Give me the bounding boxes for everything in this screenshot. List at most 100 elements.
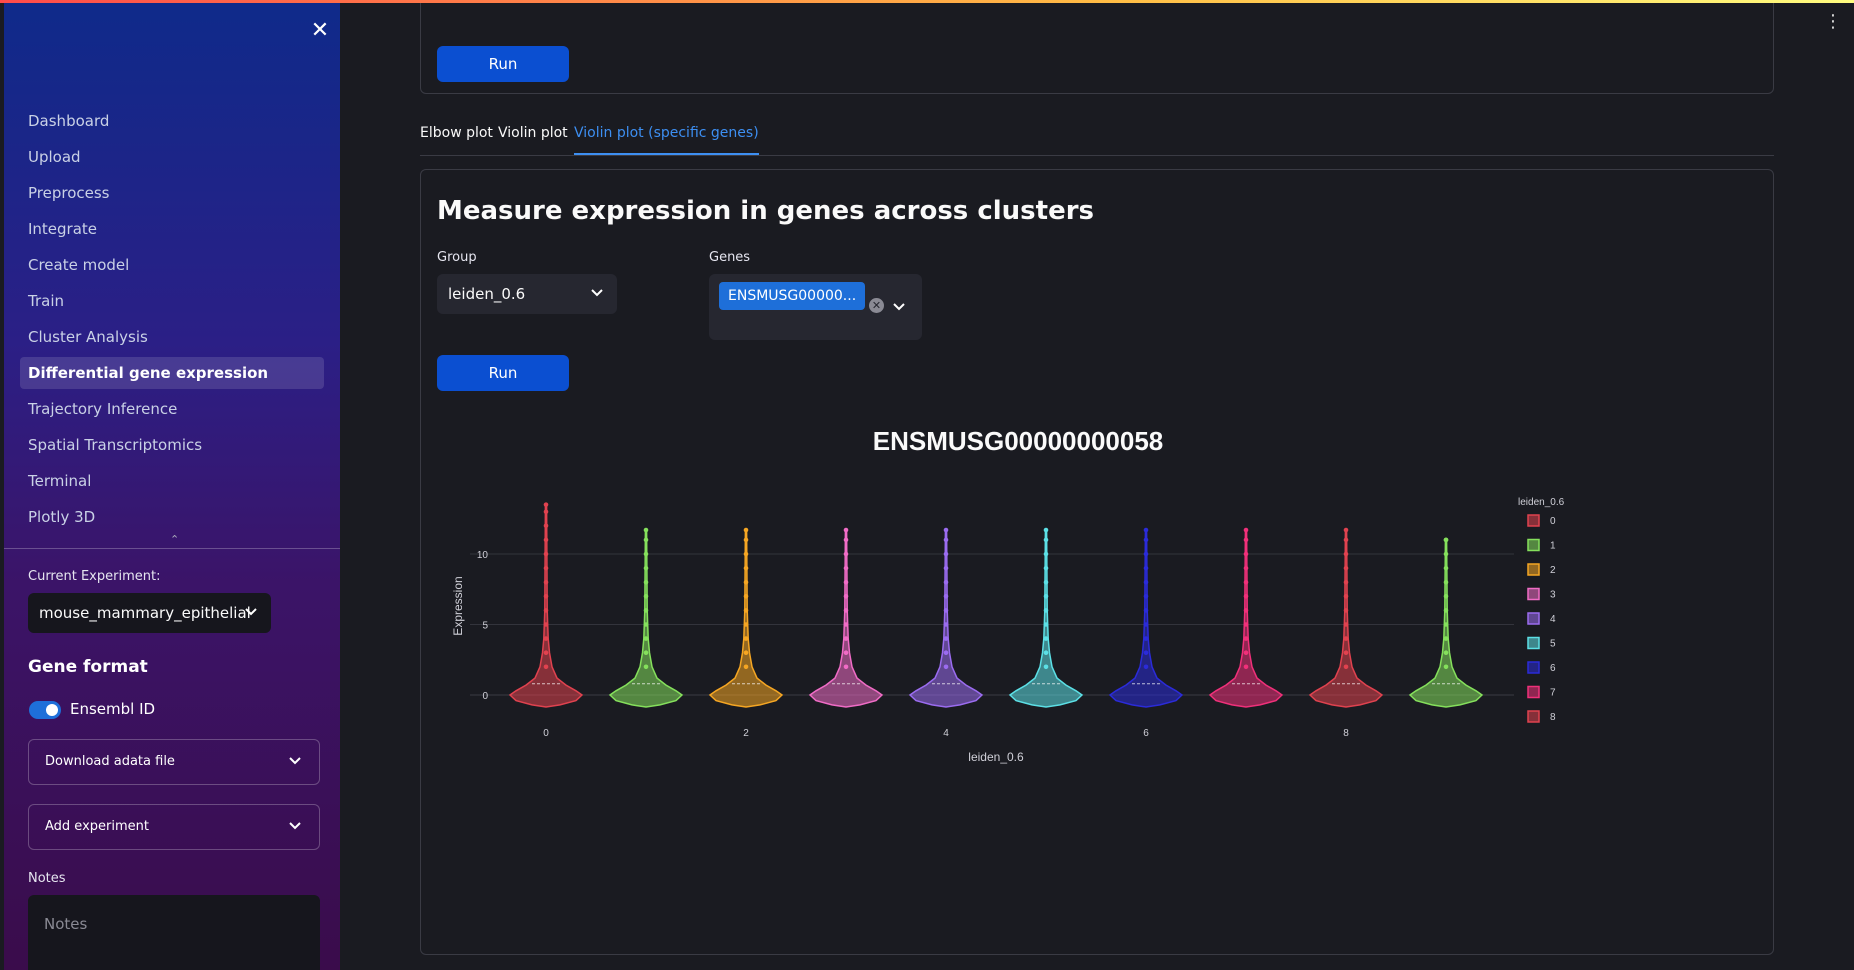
sidebar-item-plotly-3d[interactable]: Plotly 3D [20, 501, 324, 533]
violin-cluster-4[interactable] [908, 529, 984, 708]
sidebar-item-cluster-analysis[interactable]: Cluster Analysis [20, 321, 324, 353]
legend-label-8[interactable]: 8 [1550, 712, 1556, 723]
outlier-point [943, 636, 949, 641]
sidebar-item-spatial-transcriptomics[interactable]: Spatial Transcriptomics [20, 429, 324, 461]
outlier-point [1443, 650, 1449, 655]
toggle-knob [46, 704, 58, 716]
sidebar-item-upload[interactable]: Upload [20, 141, 324, 173]
outlier-point [843, 636, 849, 641]
top-run-button[interactable]: Run [437, 46, 569, 82]
outlier-point [943, 622, 949, 627]
legend-label-2[interactable]: 2 [1550, 565, 1556, 576]
collapse-nav-icon[interactable]: ⌃ [170, 533, 179, 546]
ensembl-id-toggle[interactable] [29, 701, 61, 719]
outlier-point [843, 551, 849, 557]
legend-label-4[interactable]: 4 [1550, 614, 1556, 625]
tab-elbow-plot[interactable]: Elbow plot [420, 125, 493, 153]
violin-cluster-5[interactable] [1008, 529, 1084, 708]
sidebar-item-integrate[interactable]: Integrate [20, 213, 324, 245]
outlier-point [1343, 622, 1349, 627]
legend-swatch-7[interactable] [1527, 685, 1540, 699]
x-tick-label: 6 [1143, 728, 1149, 739]
outlier-point [1343, 664, 1349, 670]
legend-title: leiden_0.6 [1518, 497, 1565, 508]
legend-swatch-4[interactable] [1527, 612, 1540, 625]
outlier-point [1343, 594, 1349, 599]
y-tick-label: 5 [482, 621, 488, 632]
ensembl-id-label: Ensembl ID [70, 700, 156, 718]
outlier-point [743, 664, 749, 670]
legend-swatch-2[interactable] [1527, 563, 1540, 576]
outlier-point [1243, 579, 1249, 585]
chevron-down-icon[interactable] [893, 296, 905, 315]
sidebar-item-differential-gene-expression[interactable]: Differential gene expression [20, 357, 324, 389]
violin-cluster-7[interactable] [1208, 529, 1284, 708]
violin-cluster-3[interactable] [808, 529, 884, 708]
sidebar-item-terminal[interactable]: Terminal [20, 465, 324, 497]
chart-grid [470, 553, 1514, 696]
sidebar-item-preprocess[interactable]: Preprocess [20, 177, 324, 209]
outlier-point [1443, 664, 1449, 670]
tab-violin-plot[interactable]: Violin plot [498, 125, 568, 153]
outlier-point [543, 594, 549, 599]
outlier-point [843, 579, 849, 585]
outlier-point [543, 622, 549, 627]
legend-swatch-0[interactable] [1527, 514, 1540, 527]
legend-swatch-8[interactable] [1527, 710, 1540, 723]
close-sidebar-icon[interactable]: ✕ [308, 19, 332, 43]
sidebar-item-train[interactable]: Train [20, 285, 324, 317]
outlier-point [1043, 636, 1049, 641]
outlier-point [943, 594, 949, 599]
outlier-point [1343, 636, 1349, 641]
gene-chip[interactable]: ENSMUSG00000... [719, 282, 865, 310]
legend-swatch-3[interactable] [1527, 587, 1540, 601]
legend-label-5[interactable]: 5 [1550, 639, 1556, 650]
outlier-point [643, 650, 649, 655]
sidebar-item-create-model[interactable]: Create model [20, 249, 324, 281]
sidebar-item-dashboard[interactable]: Dashboard [20, 105, 324, 137]
add-experiment-label: Add experiment [45, 819, 149, 834]
sidebar-item-trajectory-inference[interactable]: Trajectory Inference [20, 393, 324, 425]
legend-swatch-6[interactable] [1527, 661, 1540, 674]
outlier-point [743, 608, 749, 613]
outlier-point [643, 527, 649, 533]
outlier-point [1243, 650, 1249, 655]
legend-swatch-1[interactable] [1527, 538, 1540, 552]
outlier-point [1143, 664, 1149, 670]
group-select[interactable]: leiden_0.6 [437, 274, 617, 314]
legend-swatch-5[interactable] [1527, 636, 1540, 650]
outlier-point [1443, 622, 1449, 627]
outlier-point [743, 650, 749, 655]
current-experiment-select[interactable]: mouse_mammary_epithelial [28, 593, 271, 633]
violin-cluster-8[interactable] [1308, 529, 1384, 708]
genes-multiselect[interactable]: ENSMUSG00000... ✕ [709, 274, 922, 340]
legend-label-1[interactable]: 1 [1550, 541, 1556, 552]
outlier-point [1043, 565, 1049, 571]
run-button[interactable]: Run [437, 355, 569, 391]
chevron-down-icon [289, 805, 301, 849]
legend-label-0[interactable]: 0 [1550, 516, 1556, 527]
more-options-icon[interactable]: ⋮ [1824, 13, 1842, 31]
legend-label-3[interactable]: 3 [1550, 590, 1556, 601]
download-adata-expander[interactable]: Download adata file [28, 739, 320, 785]
legend-label-6[interactable]: 6 [1550, 663, 1556, 674]
violin-cluster-2[interactable] [708, 529, 784, 708]
card-title: Measure expression in genes across clust… [437, 196, 1095, 226]
clear-icon[interactable]: ✕ [869, 298, 884, 313]
add-experiment-expander[interactable]: Add experiment [28, 804, 320, 850]
outlier-point [643, 636, 649, 641]
violin-cluster-6[interactable] [1108, 529, 1184, 708]
sidebar: ✕ Dashboard Upload Preprocess Integrate Crea… [4, 3, 340, 970]
outlier-point [1043, 594, 1049, 599]
tab-violin-plot-specific-genes[interactable]: Violin plot (specific genes) [574, 125, 759, 155]
legend-label-7[interactable]: 7 [1550, 688, 1556, 699]
outlier-point [743, 565, 749, 571]
notes-textarea[interactable]: Notes [28, 895, 320, 970]
outlier-point [1243, 537, 1249, 543]
violin-cluster-1[interactable] [608, 529, 684, 708]
outlier-point [1243, 622, 1249, 627]
group-value: leiden_0.6 [448, 285, 526, 303]
violin-cluster-0[interactable] [508, 503, 584, 708]
outlier-point [1043, 650, 1049, 655]
y-axis-label: Expression [451, 576, 465, 635]
